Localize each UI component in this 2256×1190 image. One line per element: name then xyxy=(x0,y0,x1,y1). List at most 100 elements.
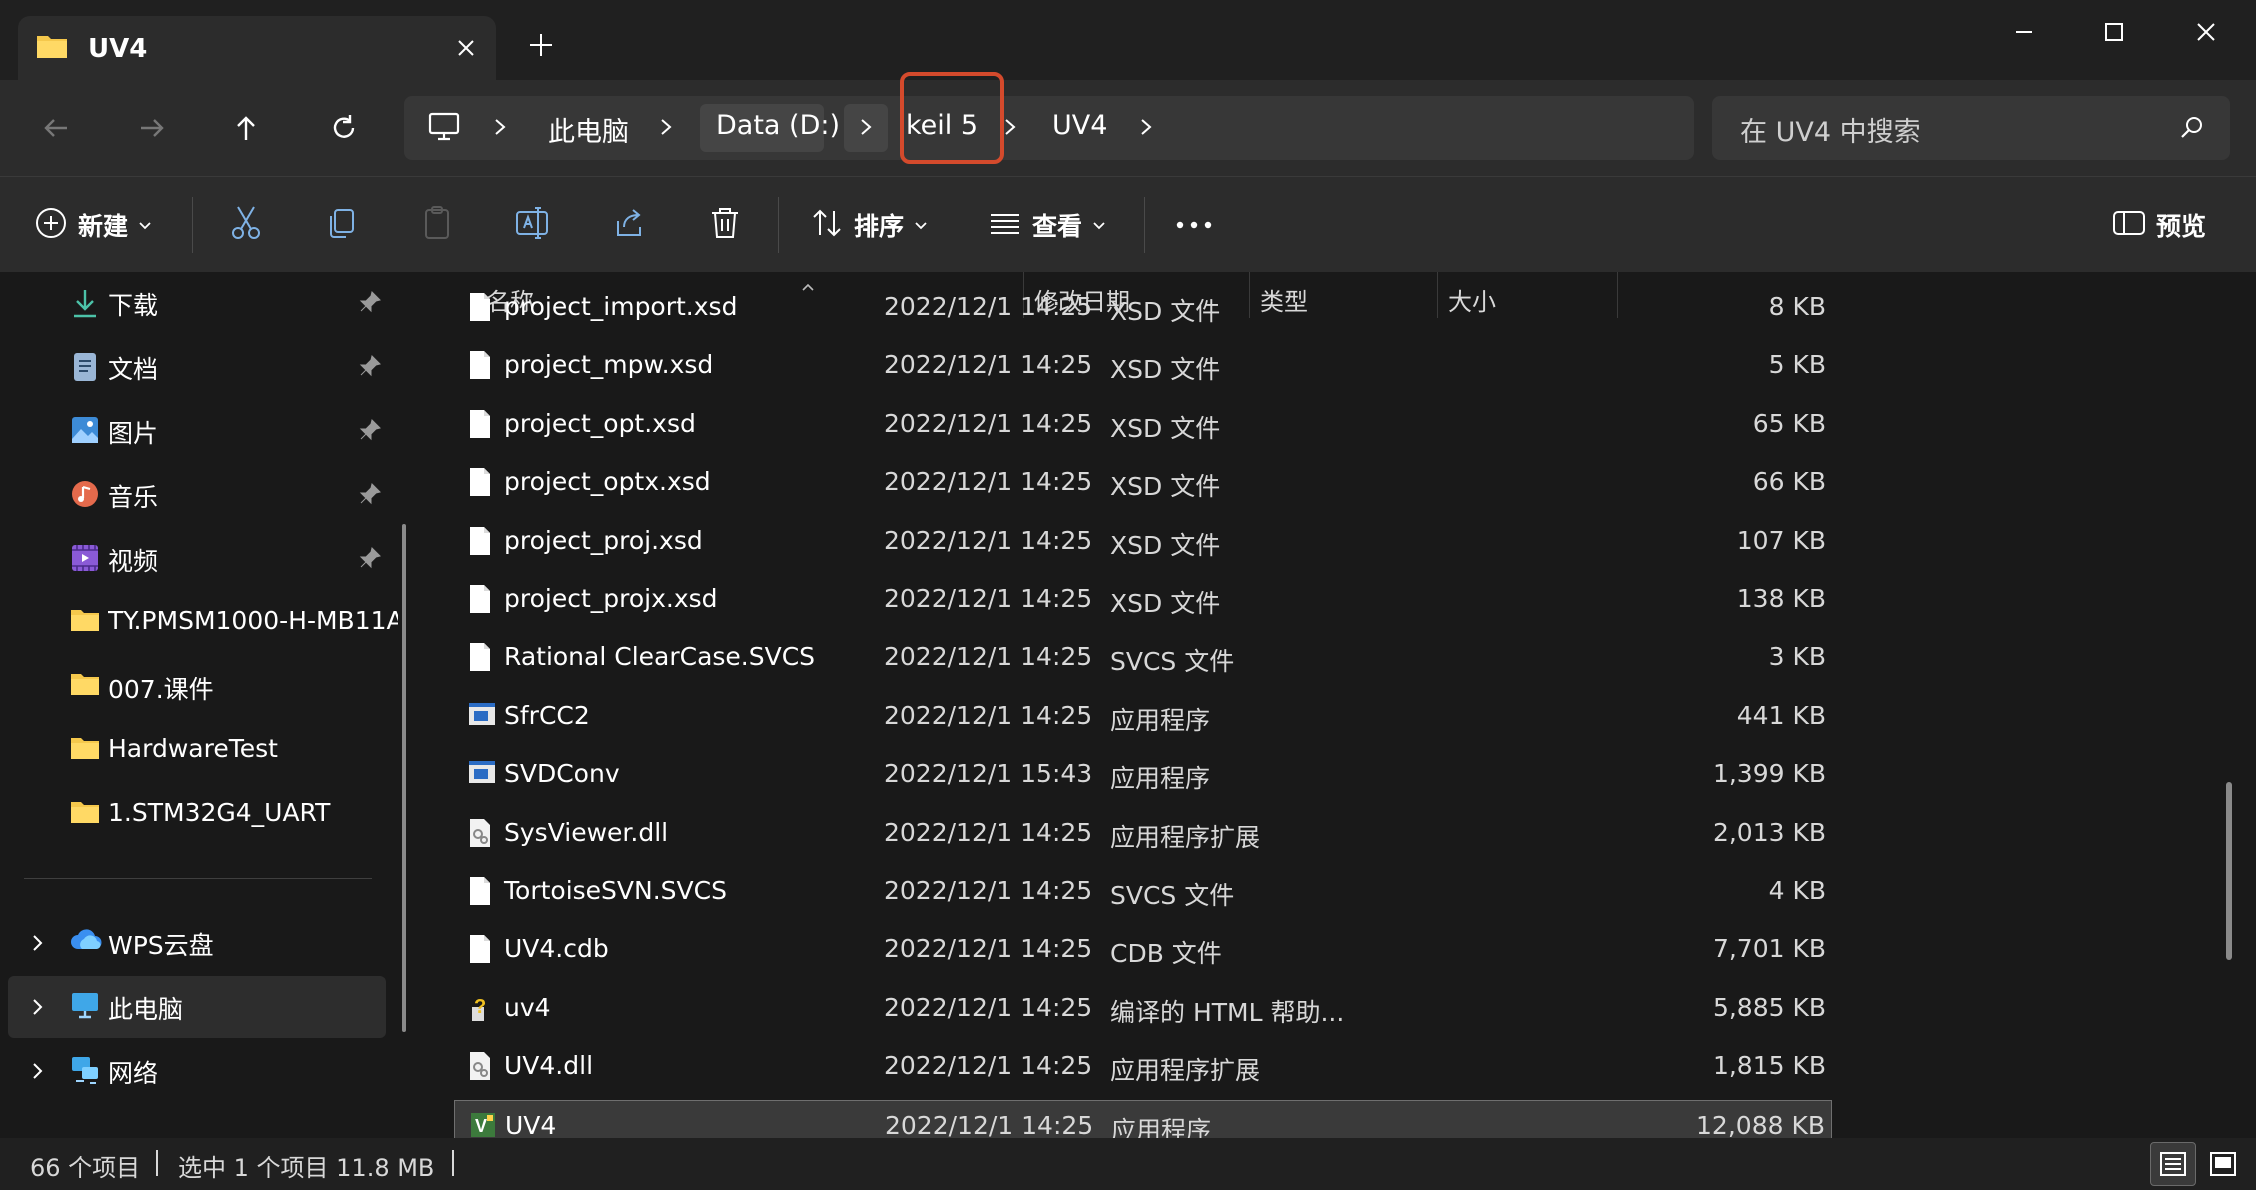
search-icon[interactable] xyxy=(2178,114,2206,146)
file-row[interactable]: project_mpw.xsd 2022/12/1 14:25 XSD 文件 5 KB xyxy=(454,340,1832,390)
large-icons-view-icon[interactable] xyxy=(2200,1142,2246,1186)
sidebar-item-label: 1.STM32G4_UART xyxy=(108,798,331,827)
file-row[interactable]: project_import.xsd 2022/12/1 14:25 XSD 文件 8… xyxy=(454,282,1832,332)
refresh-icon[interactable] xyxy=(322,106,366,150)
more-dots-icon xyxy=(1174,216,1214,235)
sidebar-item-music[interactable]: 音乐 xyxy=(8,464,386,526)
sidebar-item-label: 007.课件 xyxy=(108,675,214,704)
file-date: 2022/12/1 15:43 xyxy=(884,759,1093,789)
cloud-icon xyxy=(70,927,102,957)
tab-uv4[interactable]: UV4 xyxy=(18,16,496,80)
download-icon xyxy=(70,287,100,323)
chevron-right-icon[interactable] xyxy=(856,114,876,144)
sidebar-item-label: TY.PMSM1000-H-MB11A xyxy=(108,606,398,635)
new-tab-icon[interactable] xyxy=(526,30,556,64)
sidebar-item-videos[interactable]: 视频 xyxy=(8,528,386,590)
forward-arrow-icon[interactable] xyxy=(130,106,174,150)
chevron-right-icon[interactable] xyxy=(30,1060,46,1086)
sidebar-item-folder[interactable]: 1.STM32G4_UART xyxy=(8,784,386,846)
pin-icon[interactable] xyxy=(358,418,382,446)
chevron-right-icon[interactable] xyxy=(30,932,46,958)
sidebar-item-network[interactable]: 网络 xyxy=(8,1040,386,1102)
chevron-right-icon[interactable] xyxy=(1136,114,1156,144)
paste-button[interactable] xyxy=(420,199,456,251)
file-size: 65 KB xyxy=(1752,408,1826,438)
file-size: 441 KB xyxy=(1736,700,1826,730)
svg-text:V: V xyxy=(475,1116,487,1136)
file-type: 应用程序 xyxy=(1110,705,1211,735)
file-row[interactable]: SfrCC2 2022/12/1 14:25 应用程序 441 KB xyxy=(454,691,1832,741)
sidebar-item-wps-cloud[interactable]: WPS云盘 xyxy=(8,912,386,974)
file-name: UV4.dll xyxy=(504,1051,594,1081)
file-row[interactable]: project_opt.xsd 2022/12/1 14:25 XSD 文件 65 K… xyxy=(454,399,1832,449)
cut-button[interactable] xyxy=(228,199,264,251)
file-row[interactable]: project_optx.xsd 2022/12/1 14:25 XSD 文件 66 … xyxy=(454,457,1832,507)
file-row[interactable]: ? uv4 2022/12/1 14:25 编译的 HTML 帮助... 5,885 K… xyxy=(454,983,1832,1033)
file-size: 3 KB xyxy=(1768,642,1826,672)
sidebar-item-folder[interactable]: HardwareTest xyxy=(8,720,386,782)
rename-button[interactable] xyxy=(514,199,552,251)
more-options-button[interactable] xyxy=(1174,199,1214,251)
file-row[interactable]: UV4.cdb 2022/12/1 14:25 CDB 文件 7,701 KB xyxy=(454,924,1832,974)
trash-icon xyxy=(708,205,742,245)
breadcrumb-data-drive[interactable]: Data (D:) xyxy=(716,110,840,141)
divider xyxy=(1144,197,1145,253)
file-list: 名称 修改日期 类型 大小 project_import.xsd 2022/12/… xyxy=(424,272,2256,1138)
sidebar-scrollbar[interactable] xyxy=(402,524,406,1032)
svg-text:?: ? xyxy=(474,996,486,1018)
file-row[interactable]: project_proj.xsd 2022/12/1 14:25 XSD 文件 107… xyxy=(454,516,1832,566)
details-view-icon[interactable] xyxy=(2150,1142,2196,1186)
file-date: 2022/12/1 14:25 xyxy=(884,876,1093,905)
chevron-right-icon[interactable] xyxy=(30,996,46,1022)
file-row[interactable]: UV4.dll 2022/12/1 14:25 应用程序扩展 1,815 KB xyxy=(454,1041,1832,1091)
up-arrow-icon[interactable] xyxy=(224,106,268,150)
address-bar[interactable]: 此电脑 Data (D:) keil 5 UV4 xyxy=(404,96,1694,160)
chevron-right-icon[interactable] xyxy=(490,114,510,144)
sidebar-item-folder[interactable]: TY.PMSM1000-H-MB11A xyxy=(8,592,398,654)
share-button[interactable] xyxy=(612,199,648,251)
preview-pane-button[interactable]: 预览 xyxy=(2112,199,2206,251)
sidebar-item-label: HardwareTest xyxy=(108,734,278,763)
file-row[interactable]: TortoiseSVN.SVCS 2022/12/1 14:25 SVCS 文件 4 … xyxy=(454,866,1832,916)
file-type: 编译的 HTML 帮助... xyxy=(1110,997,1345,1027)
view-button[interactable]: 查看 xyxy=(988,199,1106,251)
new-button[interactable]: 新建 xyxy=(34,199,152,251)
file-name: UV4 xyxy=(505,1110,557,1138)
sidebar-divider xyxy=(24,878,372,879)
file-row[interactable]: Rational ClearCase.SVCS 2022/12/1 14:25 SV… xyxy=(454,632,1832,682)
minimize-icon[interactable] xyxy=(1994,16,2054,48)
maximize-icon[interactable] xyxy=(2084,16,2144,48)
close-tab-icon[interactable] xyxy=(452,34,480,66)
pin-icon[interactable] xyxy=(358,482,382,510)
file-date: 2022/12/1 14:25 xyxy=(884,350,1093,380)
pin-icon[interactable] xyxy=(358,546,382,574)
file-row[interactable]: project_projx.xsd 2022/12/1 14:25 XSD 文件 13… xyxy=(454,574,1832,624)
search-box[interactable]: 在 UV4 中搜索 xyxy=(1712,96,2230,160)
file-list-scrollbar[interactable] xyxy=(2226,782,2232,960)
breadcrumb-this-pc[interactable]: 此电脑 xyxy=(548,110,629,149)
sidebar-item-folder[interactable]: 007.课件 xyxy=(8,656,386,718)
chevron-down-icon xyxy=(138,216,152,235)
file-row[interactable]: V UV4 2022/12/1 14:25 应用程序 12,088 KB xyxy=(454,1099,1832,1138)
delete-button[interactable] xyxy=(708,199,742,251)
close-window-icon[interactable] xyxy=(2176,16,2236,48)
breadcrumb-uv4[interactable]: UV4 xyxy=(1052,110,1107,141)
back-arrow-icon[interactable] xyxy=(34,106,78,150)
sort-button[interactable]: 排序 xyxy=(810,199,928,251)
file-size: 5 KB xyxy=(1768,350,1826,380)
selection-info: 选中 1 个项目 11.8 MB xyxy=(178,1154,435,1182)
sidebar-item-pictures[interactable]: 图片 xyxy=(8,400,386,462)
sidebar-item-documents[interactable]: 文档 xyxy=(8,336,386,398)
copy-button[interactable] xyxy=(324,199,360,251)
folder-icon xyxy=(70,607,100,637)
sidebar-item-this-pc[interactable]: 此电脑 xyxy=(8,976,386,1038)
sort-arrows-icon xyxy=(810,206,844,244)
file-row[interactable]: SysViewer.dll 2022/12/1 14:25 应用程序扩展 2,013 … xyxy=(454,808,1832,858)
pin-icon[interactable] xyxy=(358,354,382,382)
status-bar: 66 个项目 选中 1 个项目 11.8 MB xyxy=(0,1138,2256,1190)
pin-icon[interactable] xyxy=(358,290,382,318)
sidebar-item-downloads[interactable]: 下载 xyxy=(8,272,386,334)
file-row[interactable]: SVDConv 2022/12/1 15:43 应用程序 1,399 KB xyxy=(454,749,1832,799)
file-name: UV4.cdb xyxy=(504,934,609,964)
chevron-right-icon[interactable] xyxy=(656,114,676,144)
